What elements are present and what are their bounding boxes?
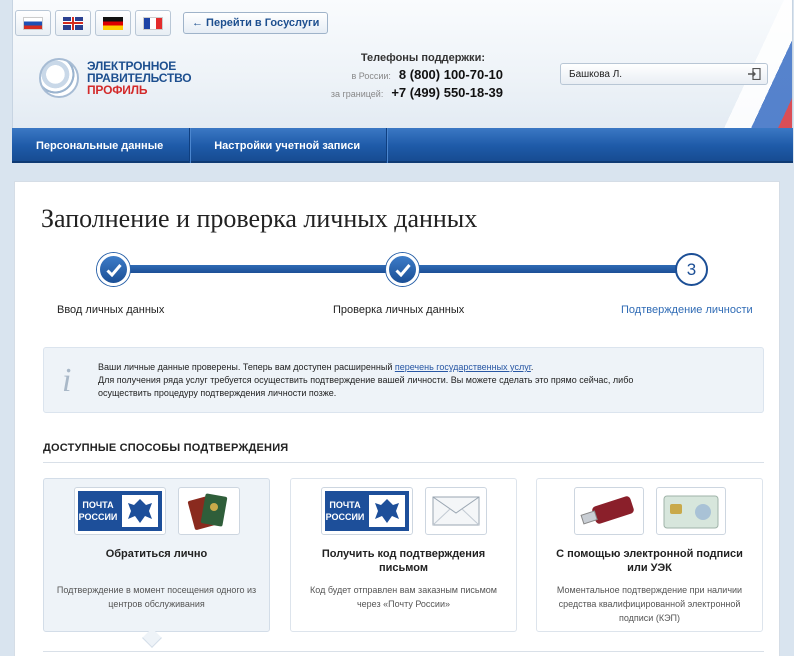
russian-post-logo-icon: ПОЧТА РОССИИ <box>320 487 413 535</box>
checkmark-icon <box>105 263 122 277</box>
language-fr-button[interactable] <box>135 10 171 36</box>
content-divider <box>43 651 764 656</box>
info-line-2: Для получения ряда услуг требуется осуще… <box>98 375 634 385</box>
goto-gosuslugi-label: ← Перейти в Госуслуги <box>192 17 320 29</box>
section-title-methods: ДОСТУПНЫЕ СПОСОБЫ ПОДТВЕРЖДЕНИЯ <box>43 442 764 463</box>
info-line-1-prefix: Ваши личные данные проверены. Теперь вам… <box>98 362 395 372</box>
info-text: Ваши личные данные проверены. Теперь вам… <box>98 361 738 400</box>
phone-abroad-label: за границей: <box>330 89 384 99</box>
step-2-indicator <box>386 253 419 286</box>
nav-personal-data[interactable]: Персональные данные <box>12 128 191 163</box>
checkmark-icon <box>394 263 411 277</box>
method-title-letter: Получить код подтверждения письмом <box>321 548 486 574</box>
logout-icon[interactable] <box>747 68 761 80</box>
svg-text:РОССИИ: РОССИИ <box>78 512 117 522</box>
language-de-button[interactable] <box>95 10 131 36</box>
info-line-3: осуществить процедуру подтверждения личн… <box>98 388 337 398</box>
user-name: Башкова Л. <box>569 68 623 80</box>
phone-russia-number: 8 (800) 100-70-10 <box>398 67 503 82</box>
method-desc-letter: Код будет отправлен вам заказным письмом… <box>310 585 497 609</box>
method-card-in-person[interactable]: ПОЧТА РОССИИ Обратиться лично Подтвержде… <box>43 478 270 632</box>
step-1-label: Ввод личных данных <box>57 304 165 316</box>
nav-account-settings-label: Настройки учетной записи <box>214 139 361 152</box>
step-3-number: 3 <box>686 259 697 279</box>
step-1-indicator <box>97 253 130 286</box>
uek-card-icon <box>655 487 726 535</box>
envelope-icon <box>424 487 487 535</box>
site-header: ← Перейти в Госуслуги ЭЛЕКТРОННОЕ ПРАВИТ… <box>12 0 793 128</box>
method-card-e-signature[interactable]: С помощью электронной подписи или УЭК Мо… <box>536 478 763 632</box>
services-list-link[interactable]: перечень государственных услуг <box>395 362 531 372</box>
main-navigation: Персональные данные Настройки учетной за… <box>12 128 793 163</box>
egov-emblem-icon <box>39 58 79 98</box>
flag-fr-icon <box>143 16 163 30</box>
method-title-in-person: Обратиться лично <box>105 548 208 560</box>
main-content: Заполнение и проверка личных данных 3 Вв… <box>14 181 780 656</box>
russian-post-logo-icon: ПОЧТА РОССИИ <box>73 487 166 535</box>
flag-gb-icon <box>63 16 83 30</box>
page-title: Заполнение и проверка личных данных <box>41 204 478 233</box>
phone-russia-label: в России: <box>351 71 391 81</box>
flag-de-icon <box>103 16 123 30</box>
user-menu[interactable]: Башкова Л. <box>560 63 768 85</box>
method-desc-e-signature: Моментальное подтверждение при наличии с… <box>556 585 743 623</box>
logo-text: ЭЛЕКТРОННОЕ ПРАВИТЕЛЬСТВО ПРОФИЛЬ <box>87 60 192 97</box>
passport-icon <box>177 487 240 535</box>
svg-text:ПОЧТА: ПОЧТА <box>329 500 361 510</box>
flag-ru-icon <box>23 16 43 30</box>
info-line-1-suffix: . <box>530 362 534 372</box>
info-notice: i Ваши личные данные проверены. Теперь в… <box>43 347 764 413</box>
logo-line-3: ПРОФИЛЬ <box>87 83 148 97</box>
language-switcher <box>15 10 171 36</box>
usb-token-icon <box>573 487 644 535</box>
nav-account-settings[interactable]: Настройки учетной записи <box>190 128 388 163</box>
phone-abroad: за границей: +7 (499) 550-18-39 <box>303 85 503 100</box>
info-icon: i <box>62 362 72 399</box>
method-desc-in-person: Подтверждение в момент посещения одного … <box>56 585 257 609</box>
method-title-e-signature: С помощью электронной подписи или УЭК <box>556 548 743 574</box>
phone-russia: в России: 8 (800) 100-70-10 <box>303 67 503 82</box>
method-icons: ПОЧТА РОССИИ <box>44 487 269 535</box>
info-line-1: Ваши личные данные проверены. Теперь вам… <box>98 361 738 374</box>
support-phones-title: Телефоны поддержки: <box>360 52 485 64</box>
method-card-letter[interactable]: ПОЧТА РОССИИ Получить код подтверждения … <box>290 478 517 632</box>
step-2-label: Проверка личных данных <box>333 304 465 316</box>
language-en-button[interactable] <box>55 10 91 36</box>
language-ru-button[interactable] <box>15 10 51 36</box>
phone-abroad-number: +7 (499) 550-18-39 <box>391 85 503 100</box>
step-3-indicator: 3 <box>675 253 708 286</box>
method-icons: ПОЧТА РОССИИ <box>291 487 516 535</box>
egov-logo[interactable]: ЭЛЕКТРОННОЕ ПРАВИТЕЛЬСТВО ПРОФИЛЬ <box>39 58 192 98</box>
method-icons <box>537 487 762 535</box>
svg-text:ПОЧТА: ПОЧТА <box>82 500 114 510</box>
nav-personal-data-label: Персональные данные <box>36 139 164 152</box>
support-phones: Телефоны поддержки: в России: 8 (800) 10… <box>303 52 503 100</box>
svg-text:РОССИИ: РОССИИ <box>325 512 364 522</box>
goto-gosuslugi-button[interactable]: ← Перейти в Госуслуги <box>183 12 329 34</box>
step-3-label[interactable]: Подтверждение личности <box>621 304 753 316</box>
